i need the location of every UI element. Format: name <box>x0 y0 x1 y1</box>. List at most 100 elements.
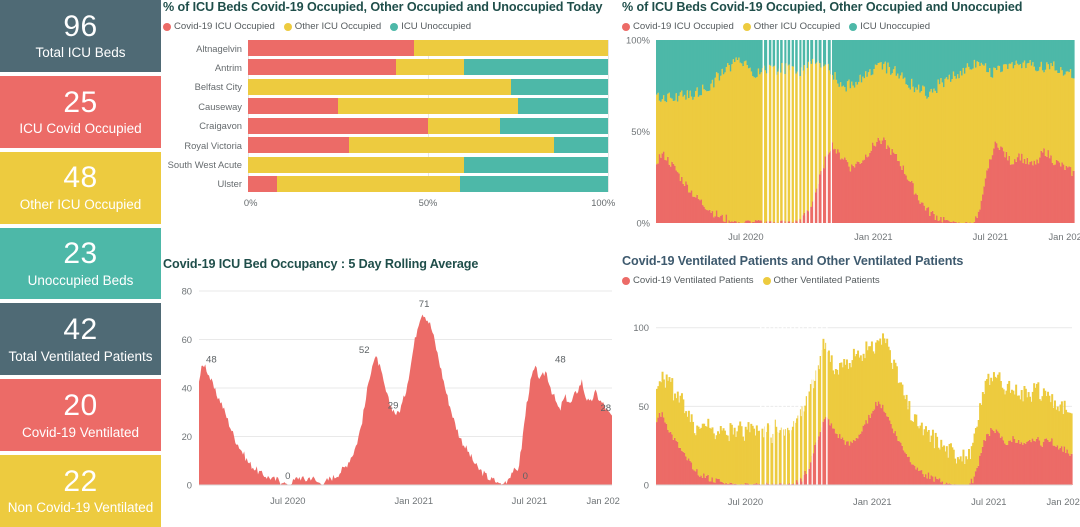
hbar-track <box>248 117 608 134</box>
hbar-segment[interactable] <box>248 175 277 192</box>
hbar-segment[interactable] <box>248 40 414 56</box>
kpi-value: 42 <box>63 313 98 347</box>
legend-label: Covid-19 ICU Occupied <box>633 21 734 32</box>
legend-label: ICU Unoccupied <box>860 21 931 32</box>
hbar-row-label: Belfast City <box>194 81 242 93</box>
hbar-row-label: Ulster <box>217 178 242 190</box>
legend-swatch-icon <box>762 276 771 285</box>
y-axis-tick: 100% <box>626 34 650 45</box>
kpi-label: Non Covid-19 Ventilated <box>7 500 154 516</box>
hbar-segment[interactable] <box>395 59 464 76</box>
kpi-value: 48 <box>63 161 98 195</box>
y-axis-tick: 0% <box>636 217 650 228</box>
kpi-label: Total Ventilated Patients <box>8 348 153 364</box>
hbar-row[interactable]: Royal Victoria <box>163 137 620 154</box>
hbar-segment[interactable] <box>348 137 554 154</box>
hbar-segment[interactable] <box>518 98 608 115</box>
hbar-segment[interactable] <box>428 117 500 134</box>
legend-label: ICU Unoccupied <box>401 21 472 32</box>
kpi-value: 23 <box>63 237 98 271</box>
hbar-row[interactable]: Antrim <box>163 59 620 76</box>
panel-title-icu-beds-percent: % of ICU Beds Covid-19 Occupied, Other O… <box>622 0 1023 14</box>
legend-item[interactable]: Other ICU Occupied <box>742 21 840 32</box>
kpi-value: 22 <box>63 464 98 498</box>
kpi-card-other-icu-occupied[interactable]: 48 Other ICU Occupied <box>0 151 161 224</box>
kpi-value: 25 <box>63 85 98 119</box>
hbar-segment[interactable] <box>248 137 349 154</box>
kpi-label: ICU Covid Occupied <box>19 121 142 137</box>
hbar-segment[interactable] <box>276 175 461 192</box>
chart-covid-icu-occupancy: 0 20 40 60 80 48 0 52 29 71 0 48 28 Jul 2020 Jan 2021 J… <box>163 275 620 511</box>
legend-item[interactable]: Covid-19 ICU Occupied <box>163 21 275 32</box>
legend-swatch-icon <box>283 22 292 31</box>
hbar-track <box>248 78 608 95</box>
data-label: 0 <box>523 471 528 482</box>
hbar-track <box>248 59 608 76</box>
x-axis-tick: Jul 2020 <box>728 496 763 507</box>
x-axis-tick: Jan 2022 <box>1046 496 1080 507</box>
area-series-covid-icu <box>199 314 612 485</box>
hbar-segment[interactable] <box>553 137 608 154</box>
hbar-segment[interactable] <box>510 78 608 95</box>
kpi-card-total-ventilated-patients[interactable]: 42 Total Ventilated Patients <box>0 303 161 376</box>
y-axis-tick: 80 <box>182 285 192 296</box>
legend-item[interactable]: Covid-19 Ventilated Patients <box>622 275 754 286</box>
hbar-row-label: Antrim <box>214 61 242 73</box>
legend-item[interactable]: ICU Unoccupied <box>849 21 930 32</box>
y-axis-tick: 40 <box>182 382 192 393</box>
legend-label: Covid-19 ICU Occupied <box>174 21 275 32</box>
legend-item[interactable]: Other Ventilated Patients <box>762 275 880 286</box>
hbar-segment[interactable] <box>463 59 608 76</box>
kpi-card-total-icu-beds[interactable]: 96 Total ICU Beds <box>0 0 161 72</box>
kpi-card-non-covid-19-ventilated[interactable]: 22 Non Covid-19 Ventilated <box>0 455 161 527</box>
hbar-segment[interactable] <box>248 117 428 134</box>
legend-item[interactable]: Other ICU Occupied <box>283 21 382 32</box>
hbar-row-label: Causeway <box>198 100 242 112</box>
legend-label: Other ICU Occupied <box>294 21 382 32</box>
panel-icu-beds-percent-timeseries: % of ICU Beds Covid-19 Occupied, Other O… <box>622 0 1080 252</box>
legend-item[interactable]: ICU Unoccupied <box>390 21 471 32</box>
x-axis-tick: Jul 2021 <box>512 495 547 506</box>
hbar-track <box>248 98 608 115</box>
hbar-segment[interactable] <box>248 78 511 95</box>
hbar-row[interactable]: Belfast City <box>163 78 620 95</box>
kpi-card-column: 96 Total ICU Beds 25 ICU Covid Occupied 48 Ot… <box>0 0 161 527</box>
hbar-segment[interactable] <box>413 40 608 56</box>
kpi-card-covid-19-ventilated[interactable]: 20 Covid-19 Ventilated <box>0 379 161 452</box>
hbar-row[interactable]: Ulster <box>163 175 620 192</box>
kpi-card-unoccupied-beds[interactable]: 23 Unoccupied Beds <box>0 227 161 300</box>
legend-ventilated-patients: Covid-19 Ventilated Patients Other Ventil… <box>622 275 1080 286</box>
data-label: 28 <box>600 403 611 414</box>
hbar-row-label: Craigavon <box>199 120 242 132</box>
y-axis-tick: 50% <box>631 126 650 137</box>
data-label: 48 <box>555 355 566 366</box>
hbar-row[interactable]: Altnagelvin <box>163 40 620 56</box>
hbar-segment[interactable] <box>248 156 464 173</box>
panel-title-covid-icu-occupancy: Covid-19 ICU Bed Occupancy : 5 Day Rolli… <box>163 257 479 271</box>
kpi-card-icu-covid-occupied[interactable]: 25 ICU Covid Occupied <box>0 75 161 148</box>
legend-label: Covid-19 Ventilated Patients <box>633 275 754 286</box>
hbar-track <box>248 137 608 154</box>
panel-covid-icu-occupancy: Covid-19 ICU Bed Occupancy : 5 Day Rolli… <box>163 257 620 527</box>
x-axis-tick: Jul 2021 <box>973 231 1008 242</box>
hbar-row[interactable]: Causeway <box>163 98 620 115</box>
kpi-label: Total ICU Beds <box>35 45 126 61</box>
chart-icu-beds-percent: 0% 50% 100% Jul 2020 Jan 2021 Jul 2021 Jan 202… <box>622 32 1080 247</box>
legend-swatch-icon <box>390 22 399 31</box>
hbar-row[interactable]: South West Acute <box>163 156 620 173</box>
legend-swatch-icon <box>849 22 858 31</box>
y-axis-tick: 60 <box>182 334 192 345</box>
hbar-row[interactable]: Craigavon <box>163 117 620 134</box>
hbar-row-label: Altnagelvin <box>196 42 242 54</box>
hbar-segment[interactable] <box>500 117 608 134</box>
hbar-segment[interactable] <box>338 98 518 115</box>
hbar-row-label: South West Acute <box>167 159 242 171</box>
legend-item[interactable]: Covid-19 ICU Occupied <box>622 21 734 32</box>
x-axis-tick: Jul 2020 <box>270 495 305 506</box>
icu-dashboard: 96 Total ICU Beds 25 ICU Covid Occupied 48 Ot… <box>0 0 1080 527</box>
hbar-segment[interactable] <box>464 156 608 173</box>
hbar-segment[interactable] <box>460 175 608 192</box>
hbar-segment[interactable] <box>248 59 396 76</box>
hbar-rows: Altnagelvin Antrim Belfast City Causeway Cra… <box>163 40 620 192</box>
hbar-segment[interactable] <box>248 98 338 115</box>
